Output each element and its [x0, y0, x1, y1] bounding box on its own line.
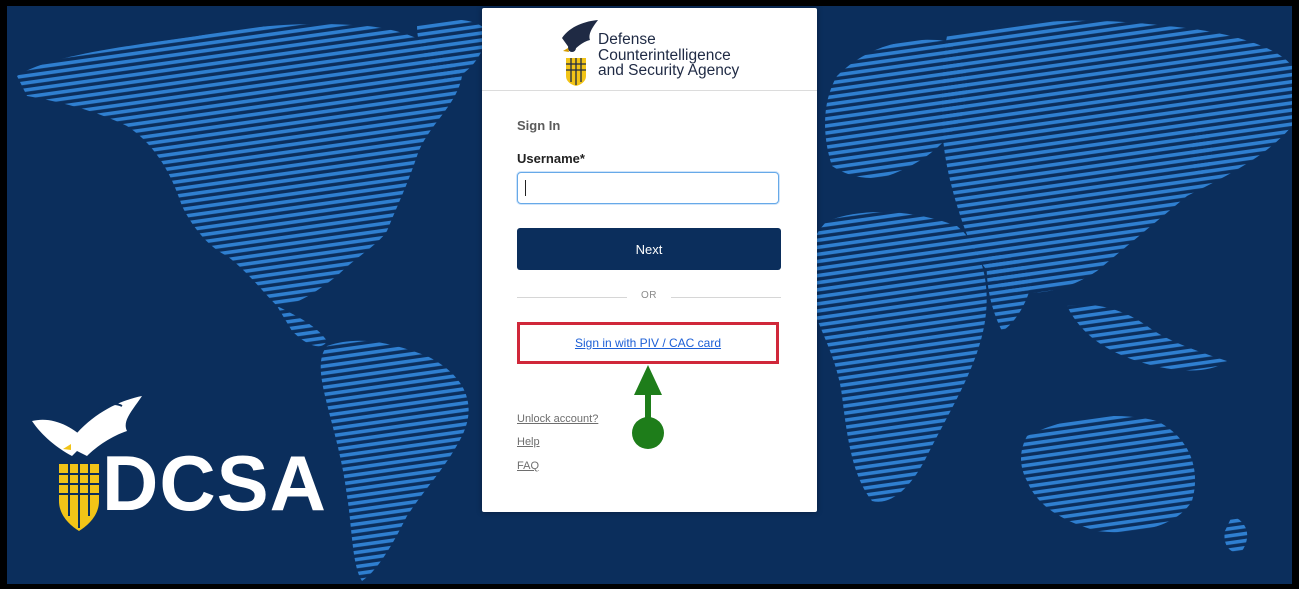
agency-name-line2: Counterintelligence	[598, 46, 731, 64]
or-text: OR	[641, 290, 657, 301]
agency-name: Defense Counterintelligence and Security…	[598, 32, 739, 79]
signin-title: Sign In	[517, 118, 561, 133]
agency-name-line1: Defense	[598, 31, 656, 48]
piv-highlight-box: Sign in with PIV / CAC card	[517, 322, 779, 364]
agency-name-line3: and Security Agency	[598, 62, 740, 79]
or-divider: OR	[517, 290, 781, 304]
card-header: Defense Counterintelligence and Security…	[482, 8, 817, 91]
faq-link[interactable]: FAQ	[517, 460, 539, 472]
piv-cac-signin-link[interactable]: Sign in with PIV / CAC card	[520, 325, 776, 361]
dcsa-wordmark: DCSA	[102, 439, 328, 527]
next-button[interactable]: Next	[517, 228, 781, 270]
help-link[interactable]: Help	[517, 436, 540, 448]
arrow-up-icon	[632, 365, 664, 449]
text-caret	[525, 180, 526, 196]
shield-icon	[59, 464, 99, 531]
divider-line-right	[671, 297, 781, 298]
username-input[interactable]	[517, 172, 779, 204]
eagle-icon	[562, 20, 598, 52]
annotation-arrow	[632, 365, 664, 449]
username-label: Username*	[517, 151, 585, 166]
unlock-account-link[interactable]: Unlock account?	[517, 413, 598, 425]
